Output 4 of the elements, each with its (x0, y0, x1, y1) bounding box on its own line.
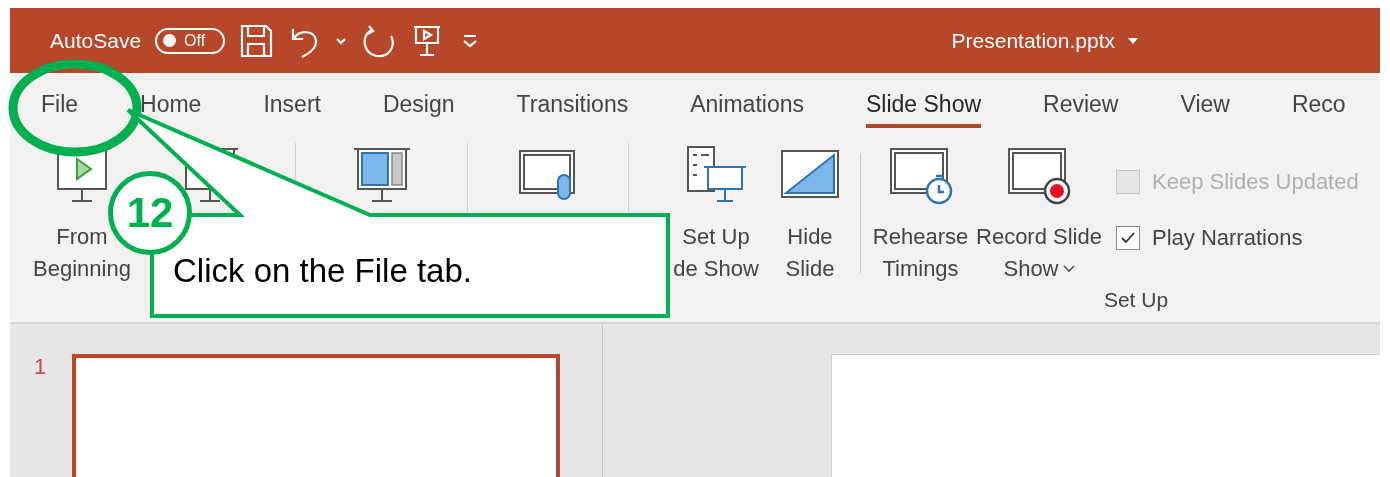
slide-number: 1 (33, 354, 48, 380)
autosave-label: AutoSave (50, 28, 142, 53)
callout-text: Click on the File tab. (173, 252, 472, 290)
group-label: Set Up (1103, 287, 1169, 313)
